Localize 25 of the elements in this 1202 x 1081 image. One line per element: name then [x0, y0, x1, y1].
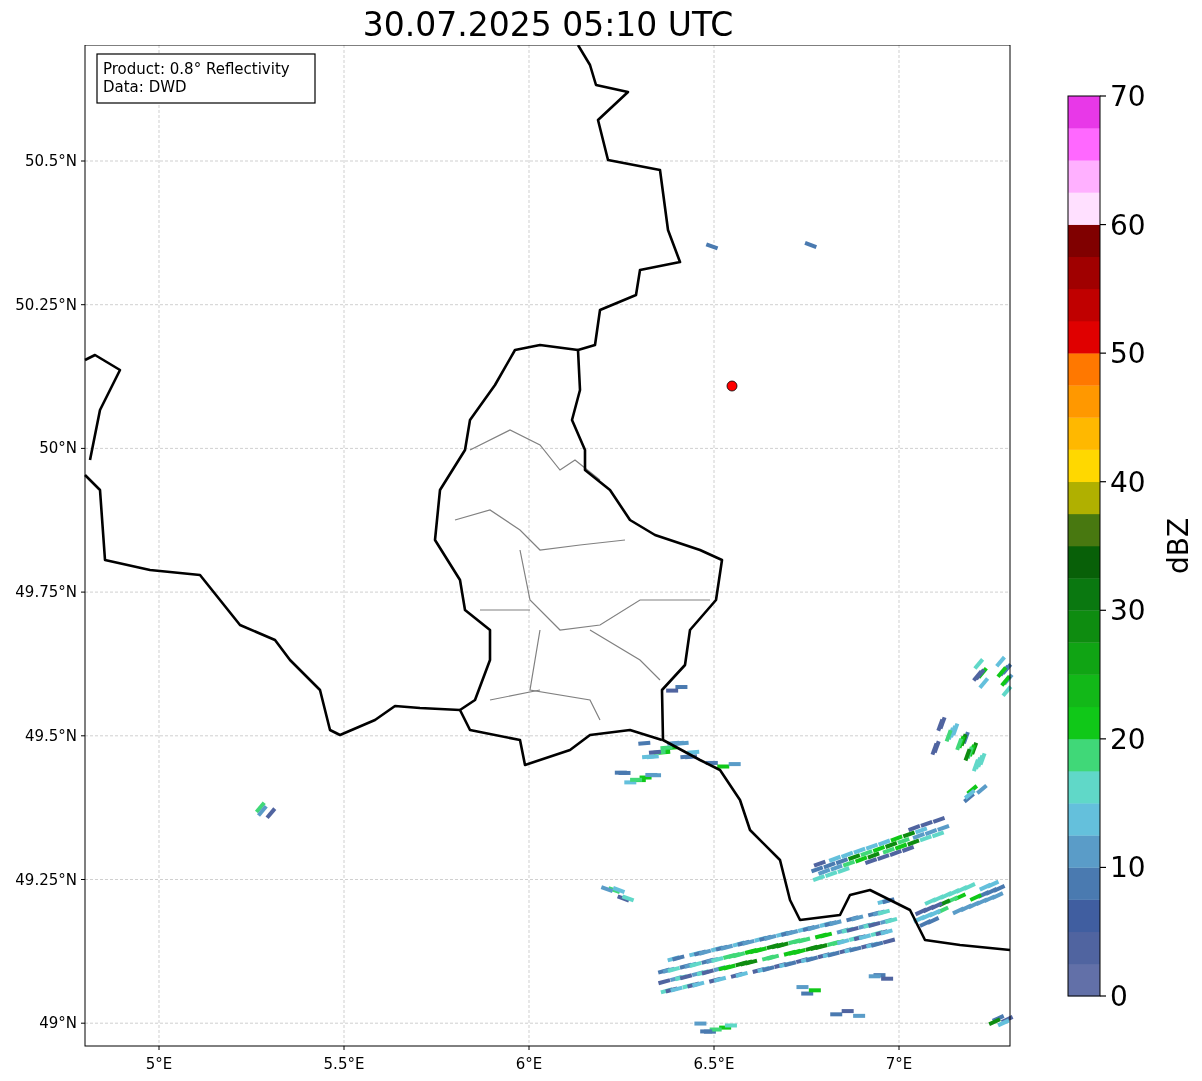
- x-tick-label: 6°E: [515, 1055, 543, 1073]
- x-tick-label: 5°E: [145, 1055, 173, 1073]
- chart-title: 30.07.2025 05:10 UTC: [361, 4, 735, 45]
- x-tick-label: 6.5°E: [693, 1055, 735, 1073]
- colorbar-tick-label: 0: [1110, 980, 1128, 1013]
- colorbar-tick-label: 50: [1110, 337, 1146, 371]
- radar-site-marker: [726, 380, 738, 392]
- colorbar-tick-label: 10: [1110, 851, 1146, 885]
- colorbar-tick-label: 20: [1110, 722, 1146, 756]
- x-tick-label: 5.5°E: [323, 1055, 365, 1073]
- y-tick-label: 49°N: [39, 1014, 77, 1033]
- y-tick-label: 49.75°N: [15, 583, 77, 602]
- colorbar-label: dBZ: [1162, 517, 1195, 575]
- colorbar-tick-label: 30: [1110, 594, 1146, 628]
- y-tick-label: 49.25°N: [15, 870, 77, 889]
- y-tick-label: 50.5°N: [24, 152, 77, 170]
- colorbar-tick-label: 70: [1110, 80, 1146, 113]
- colorbar-tick-label: 40: [1110, 465, 1146, 499]
- colorbar-tick-label: 60: [1110, 208, 1146, 242]
- y-tick-label: 50.25°N: [15, 295, 77, 314]
- y-tick-label: 49.5°N: [24, 726, 77, 745]
- info-text: Data: DWD: [103, 78, 187, 96]
- x-tick-label: 7°E: [885, 1055, 913, 1073]
- info-text: Product: 0.8° Reflectivity: [103, 60, 290, 78]
- y-tick-label: 50°N: [39, 439, 77, 458]
